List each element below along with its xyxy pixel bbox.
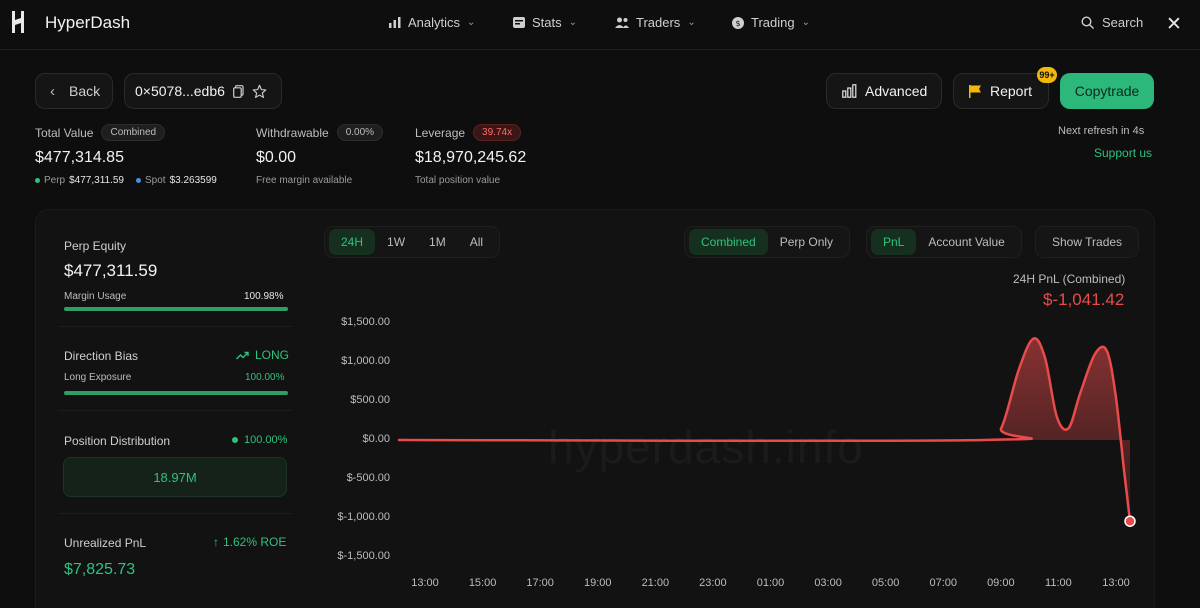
last-point-marker[interactable] <box>1124 515 1136 527</box>
pnl-chart <box>397 337 1136 527</box>
